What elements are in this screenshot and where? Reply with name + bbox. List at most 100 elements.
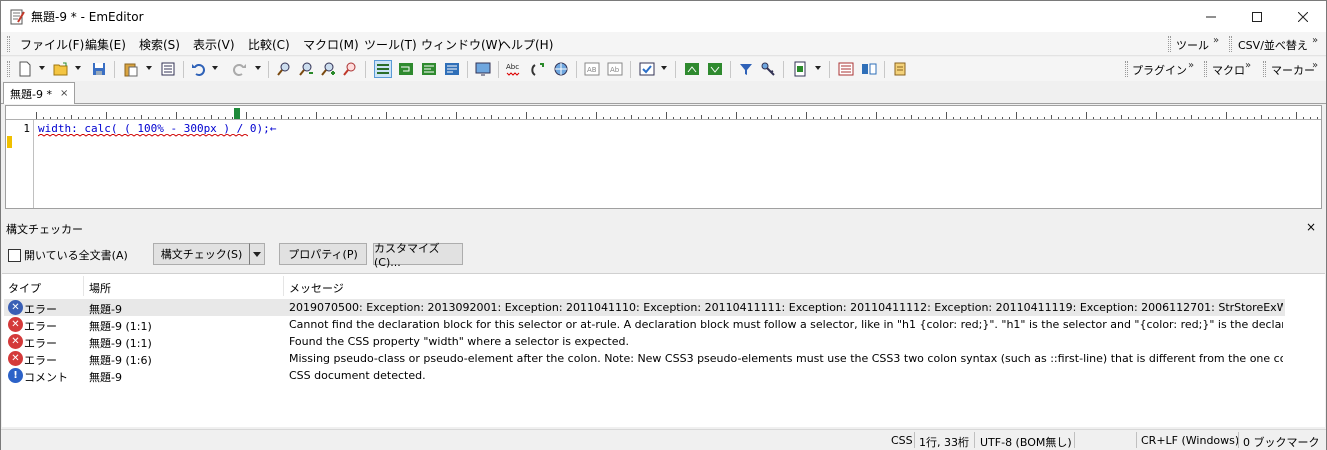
spell-check-button[interactable]: Abc xyxy=(505,60,523,78)
row-location: 無題-9 (1:6) xyxy=(89,354,152,367)
row-message: Found the CSS property "width" where a s… xyxy=(289,335,629,348)
redo-button[interactable] xyxy=(230,60,248,78)
menu-search[interactable]: 検索(S) xyxy=(139,36,180,53)
status-language[interactable]: CSS xyxy=(891,434,913,447)
compare-icon xyxy=(862,63,877,75)
chart-dropdown[interactable] xyxy=(661,66,667,70)
full-screen-button[interactable] xyxy=(474,60,492,78)
save-button[interactable] xyxy=(90,60,108,78)
status-encoding[interactable]: UTF-8 (BOM無し) xyxy=(980,434,1072,450)
menu-grip[interactable] xyxy=(7,36,10,52)
chart-button[interactable] xyxy=(638,60,656,78)
prev-window-button[interactable] xyxy=(683,60,701,78)
list-item[interactable]: ✕ エラー 無題-9 (1:1) Cannot find the declara… xyxy=(4,316,1285,333)
menu-macro[interactable]: マクロ(M) xyxy=(303,36,359,53)
menu-edit[interactable]: 編集(E) xyxy=(85,36,126,53)
next-window-button[interactable] xyxy=(706,60,724,78)
current-line-marker xyxy=(7,136,12,148)
macro-dropdown[interactable] xyxy=(815,66,821,70)
undo-dropdown[interactable] xyxy=(212,66,218,70)
tools-toolbar-chevron[interactable]: » xyxy=(1213,35,1219,46)
csv-toolbar-chevron[interactable]: » xyxy=(1312,35,1318,46)
undo-button[interactable] xyxy=(190,60,208,78)
find-button[interactable] xyxy=(275,60,293,78)
markers-toolbar-grip[interactable] xyxy=(1263,61,1266,77)
width-convert-button[interactable]: Ab xyxy=(606,60,624,78)
menu-tools[interactable]: ツール(T) xyxy=(364,36,417,53)
new-button[interactable] xyxy=(16,60,34,78)
syntax-check-dropdown[interactable] xyxy=(249,243,265,265)
syntax-results-list[interactable]: タイプ 場所 メッセージ ✕ エラー 無題-9 2019070500: Exce… xyxy=(2,273,1325,427)
list-item[interactable]: ✕ エラー 無題-9 (1:6) Missing pseudo-class or… xyxy=(4,350,1285,367)
open-button[interactable] xyxy=(52,60,70,78)
column-header-type[interactable]: タイプ xyxy=(8,280,41,296)
save-icon xyxy=(93,63,105,75)
menu-window[interactable]: ウィンドウ(W) xyxy=(421,36,502,53)
csv-toolbar-grip[interactable] xyxy=(1229,36,1232,52)
open-dropdown[interactable] xyxy=(75,66,81,70)
syntax-check-button[interactable]: 構文チェック(S) xyxy=(153,243,250,265)
column-header-location[interactable]: 場所 xyxy=(89,280,111,296)
error-icon: ✕ xyxy=(8,317,23,332)
customize-button[interactable]: カスタマイズ(C)... xyxy=(373,242,463,269)
checkbox-box[interactable] xyxy=(8,248,21,262)
toolbar-separator xyxy=(576,61,577,78)
paste-dropdown[interactable] xyxy=(146,66,152,70)
status-newline[interactable]: CR+LF (Windows) xyxy=(1141,434,1239,447)
row-message: CSS document detected. xyxy=(289,369,426,382)
case-convert-button[interactable]: AB xyxy=(583,60,601,78)
properties-button[interactable]: プロパティ(P) xyxy=(279,243,367,265)
menu-file[interactable]: ファイル(F) xyxy=(20,36,84,53)
wrap-none-button[interactable] xyxy=(374,60,392,78)
filter-button[interactable] xyxy=(737,60,755,78)
wrap-by-window-button[interactable] xyxy=(420,60,438,78)
tab-close-icon[interactable]: × xyxy=(60,88,68,99)
error-squiggle xyxy=(38,134,248,137)
all-documents-checkbox[interactable]: 開いている全文書(A) xyxy=(8,247,128,263)
search-icon xyxy=(277,62,290,76)
wrap-by-chars-button[interactable] xyxy=(397,60,415,78)
markers-toolbar-chevron[interactable]: » xyxy=(1312,60,1318,71)
plugins-toolbar-grip[interactable] xyxy=(1125,61,1128,77)
hyperlink-button[interactable] xyxy=(529,60,547,78)
macro-button[interactable] xyxy=(791,60,809,78)
find-previous-button[interactable] xyxy=(297,60,315,78)
menu-help[interactable]: ヘルプ(H) xyxy=(499,36,553,53)
browser-button[interactable] xyxy=(552,60,570,78)
prev-window-icon xyxy=(685,63,699,75)
status-position[interactable]: 1行, 33桁 xyxy=(919,434,969,450)
toolbar-separator xyxy=(675,61,676,78)
minimize-button[interactable] xyxy=(1188,1,1234,32)
menu-compare[interactable]: 比較(C) xyxy=(248,36,290,53)
macros-toolbar-grip[interactable] xyxy=(1204,61,1207,77)
select-all-button[interactable] xyxy=(159,60,177,78)
close-window-button[interactable] xyxy=(1280,1,1326,32)
list-item[interactable]: ✕ エラー 無題-9 (1:1) Found the CSS property … xyxy=(4,333,1285,350)
find-next-button[interactable] xyxy=(319,60,337,78)
panel-close-icon[interactable]: × xyxy=(1306,220,1316,234)
maximize-button[interactable] xyxy=(1234,1,1280,32)
toolbar-separator xyxy=(183,61,184,78)
list-item[interactable]: ✕ エラー 無題-9 2019070500: Exception: 201309… xyxy=(4,299,1285,316)
split-window-button[interactable] xyxy=(837,60,855,78)
document-tab[interactable]: 無題-9 * × xyxy=(3,82,75,104)
tools-toolbar-grip[interactable] xyxy=(1168,36,1171,52)
wrap-by-page-button[interactable] xyxy=(443,60,461,78)
snippet-button[interactable] xyxy=(891,60,909,78)
properties-toolbar-button[interactable] xyxy=(759,60,777,78)
column-header-message[interactable]: メッセージ xyxy=(289,280,344,296)
macros-toolbar-chevron[interactable]: » xyxy=(1245,60,1251,71)
column-divider[interactable] xyxy=(83,276,84,296)
new-dropdown[interactable] xyxy=(39,66,45,70)
status-bookmarks[interactable]: 0 ブックマーク xyxy=(1243,434,1320,450)
editor-area[interactable]: 1 width: calc( ( 100% - 300px ) / 0);← xyxy=(5,105,1322,209)
compare-button[interactable] xyxy=(860,60,878,78)
clear-highlight-button[interactable] xyxy=(341,60,359,78)
toolbar-grip[interactable] xyxy=(7,61,10,77)
plugins-toolbar-chevron[interactable]: » xyxy=(1188,60,1194,71)
column-divider[interactable] xyxy=(283,276,284,296)
paste-button[interactable] xyxy=(122,60,140,78)
menu-view[interactable]: 表示(V) xyxy=(193,36,235,53)
list-item[interactable]: ! コメント 無題-9 CSS document detected. xyxy=(4,367,1285,384)
redo-dropdown[interactable] xyxy=(255,66,261,70)
